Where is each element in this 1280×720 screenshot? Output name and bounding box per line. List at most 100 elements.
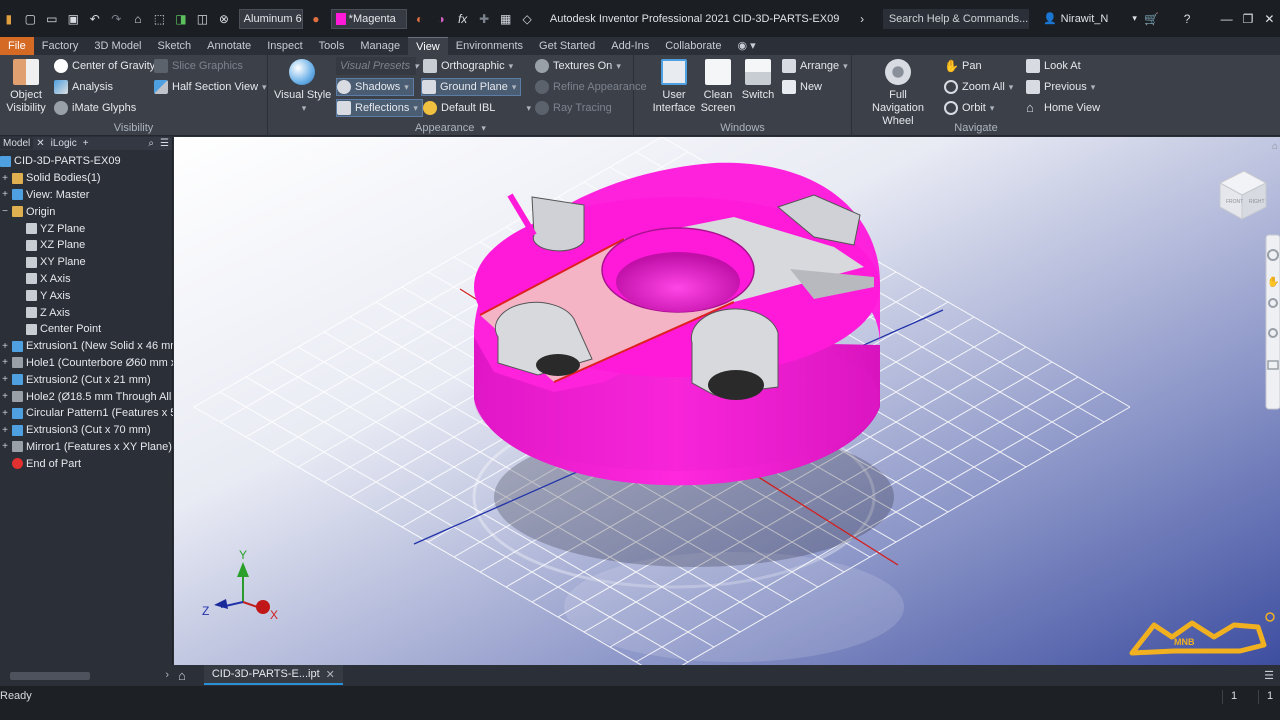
new-window-button[interactable]: New <box>782 78 822 96</box>
tab-manage[interactable]: Manage <box>352 37 408 55</box>
viewcube-home-icon[interactable]: ⌂ <box>1272 141 1278 152</box>
textures-on-button[interactable]: Textures On ▾ <box>535 57 621 75</box>
slice-graphics-button[interactable]: Slice Graphics <box>154 57 243 75</box>
reflections-button[interactable]: Reflections ▾ <box>336 99 423 117</box>
expand-toggle-icon[interactable]: + <box>0 374 10 385</box>
tree-item[interactable]: Y Axis <box>0 287 173 304</box>
cart-icon[interactable]: 🛒 <box>1143 10 1161 28</box>
tree-item[interactable]: + View: Master <box>0 187 173 204</box>
help-search-input[interactable]: Search Help & Commands... <box>882 8 1029 29</box>
tab-file[interactable]: File <box>0 37 34 55</box>
expand-toggle-icon[interactable]: + <box>0 173 10 184</box>
tab-model[interactable]: Model <box>0 138 34 149</box>
clear-appearance-icon[interactable]: ◐ <box>411 10 429 28</box>
browser-scrollbar[interactable]: › <box>0 668 173 684</box>
tab-3d-model[interactable]: 3D Model <box>86 37 149 55</box>
tree-item[interactable]: Center Point <box>0 321 173 338</box>
save-icon[interactable]: ▣ <box>65 10 83 28</box>
help-icon[interactable]: ? <box>1178 10 1196 28</box>
tree-item[interactable]: End of Part <box>0 455 173 472</box>
appearance-select[interactable]: *Magenta <box>330 8 407 29</box>
refine-appearance-button[interactable]: Refine Appearance <box>535 78 647 96</box>
minimize-button[interactable]: — <box>1216 10 1237 28</box>
expand-toggle-icon[interactable]: + <box>0 425 10 436</box>
close-button[interactable]: ✕ <box>1259 10 1280 28</box>
search-icon[interactable]: ⌕ <box>145 138 157 149</box>
document-tab[interactable]: CID-3D-PARTS-E...ipt ✕ <box>203 665 343 685</box>
expand-toggle-icon[interactable]: + <box>0 189 10 200</box>
nav-pan-icon[interactable]: ✋ <box>1267 275 1279 288</box>
navigation-bar[interactable]: ✋ <box>1265 234 1280 410</box>
tab-sketch[interactable]: Sketch <box>150 37 200 55</box>
tree-item[interactable]: + Circular Pattern1 (Features x 5 ul) <box>0 405 173 422</box>
tree-item[interactable]: − Origin <box>0 203 173 220</box>
tab-inspect[interactable]: Inspect <box>259 37 310 55</box>
close-icon[interactable]: ✕ <box>33 138 47 149</box>
pan-button[interactable]: ✋ Pan <box>944 57 982 75</box>
look-at-button[interactable]: Look At <box>1026 57 1081 75</box>
home-view-button[interactable]: ⌂ Home View <box>1026 99 1100 117</box>
full-navigation-wheel-button[interactable]: Full Navigation Wheel <box>862 59 934 128</box>
shadows-button[interactable]: Shadows ▾ <box>336 78 414 96</box>
expand-toggle-icon[interactable]: + <box>0 391 10 402</box>
arrange-button[interactable]: Arrange ▾ <box>782 57 848 75</box>
app-menu-icon[interactable]: ▮ <box>0 10 18 28</box>
expand-toggle-icon[interactable]: − <box>0 206 10 217</box>
half-section-view-button[interactable]: Half Section View ▾ <box>154 78 267 96</box>
visual-style-button[interactable]: Visual Style ▾ <box>274 59 331 115</box>
clean-screen-button[interactable]: Clean Screen <box>696 59 740 115</box>
tree-item[interactable]: + Extrusion2 (Cut x 21 mm) <box>0 371 173 388</box>
tab-tools[interactable]: Tools <box>311 37 353 55</box>
tree-item[interactable]: Z Axis <box>0 304 173 321</box>
undo-icon[interactable]: ↶ <box>86 10 104 28</box>
menu-icon[interactable]: ☰ <box>157 138 172 149</box>
tab-ilogic[interactable]: iLogic <box>48 138 80 149</box>
expand-toggle-icon[interactable]: + <box>0 341 10 352</box>
add-tab-icon[interactable]: + <box>80 138 92 149</box>
orthographic-button[interactable]: Orthographic ▾ <box>423 57 513 75</box>
home-icon[interactable]: ⌂ <box>129 10 147 28</box>
tree-root[interactable]: CID-3D-PARTS-EX09 <box>0 153 173 170</box>
tab-add-ins[interactable]: Add-Ins <box>603 37 657 55</box>
tab-get-started[interactable]: Get Started <box>531 37 603 55</box>
user-interface-button[interactable]: User Interface <box>650 59 698 115</box>
home-icon[interactable]: ⌂ <box>178 668 186 683</box>
select-icon[interactable]: ⬚ <box>151 10 169 28</box>
tree-item[interactable]: X Axis <box>0 271 173 288</box>
zoom-all-button[interactable]: Zoom All ▾ <box>944 78 1013 96</box>
tree-item[interactable]: + Solid Bodies(1) <box>0 170 173 187</box>
visual-presets-select[interactable]: Visual Presets ▾ <box>336 57 419 75</box>
expand-toggle-icon[interactable]: + <box>0 441 10 452</box>
expand-toggle-icon[interactable]: + <box>0 408 10 419</box>
ground-plane-button[interactable]: Ground Plane ▾ <box>421 78 522 96</box>
tab-annotate[interactable]: Annotate <box>199 37 259 55</box>
viewport-canvas[interactable]: FRONT RIGHT ⌂ ✋ Y X Z MNB <box>174 137 1280 665</box>
parameters-icon[interactable]: ▦ <box>497 10 515 28</box>
chevron-right-icon[interactable]: › <box>165 669 169 681</box>
scroll-thumb[interactable] <box>10 672 90 680</box>
switch-button[interactable]: Switch <box>738 59 778 102</box>
user-menu[interactable]: 👤 Nirawit_N ▾ <box>1043 12 1137 26</box>
plus-icon[interactable]: ✚ <box>475 10 493 28</box>
tree-item[interactable]: + Mirror1 (Features x XY Plane) <box>0 439 173 456</box>
tab-factory[interactable]: Factory <box>34 37 87 55</box>
tab-environments[interactable]: Environments <box>448 37 531 55</box>
previous-view-button[interactable]: Previous ▾ <box>1026 78 1095 96</box>
new-icon[interactable]: ▢ <box>22 10 40 28</box>
tab-collaborate[interactable]: Collaborate <box>657 37 729 55</box>
analysis-button[interactable]: Analysis <box>54 78 113 96</box>
fx-icon[interactable]: fx <box>454 10 472 28</box>
close-icon[interactable]: ✕ <box>326 668 335 681</box>
ray-tracing-button[interactable]: Ray Tracing <box>535 99 612 117</box>
redo-icon[interactable]: ↷ <box>108 10 126 28</box>
tree-item[interactable]: XZ Plane <box>0 237 173 254</box>
menu-icon[interactable]: ☰ <box>1264 669 1274 682</box>
measure-icon[interactable]: ◫ <box>194 10 212 28</box>
orbit-button[interactable]: Orbit ▾ <box>944 99 994 117</box>
open-icon[interactable]: ▭ <box>43 10 61 28</box>
tree-item[interactable]: + Hole1 (Counterbore Ø60 mm x 16 mm) <box>0 355 173 372</box>
tree-item[interactable]: + Extrusion3 (Cut x 70 mm) <box>0 422 173 439</box>
ribbon-toggle-icon[interactable]: ◉ ▾ <box>729 37 763 55</box>
default-ibl-select[interactable]: Default IBL ▾ <box>423 99 531 117</box>
expand-toggle-icon[interactable]: + <box>0 357 10 368</box>
